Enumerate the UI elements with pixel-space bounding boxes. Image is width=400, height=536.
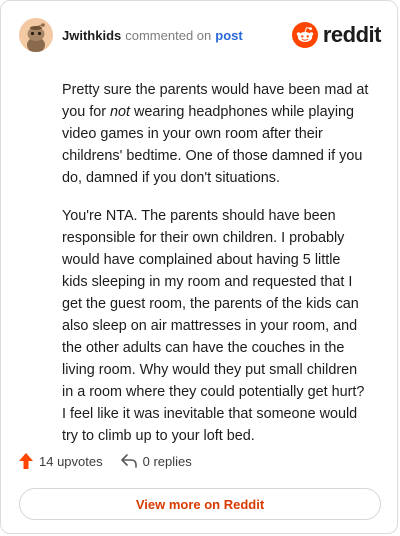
reply-count: 0 replies [142,453,192,469]
paragraph-1-emphasis: not [110,104,131,120]
comment-actions: 14 upvotes 0 replies [19,453,192,469]
view-more-label: View more on Reddit [135,496,265,512]
view-more-button[interactable]: View more on Reddit [19,488,381,520]
comment-header: Jwithkids commented on post reddit [19,17,382,53]
reply-action[interactable]: 0 replies [120,453,192,469]
comment-paragraph-2: You're NTA. The parents should have been… [62,208,365,444]
reply-arrow-icon [120,454,137,468]
reddit-wordmark: reddit [322,22,382,47]
upvote-arrow-icon [19,453,33,469]
upvote-action[interactable]: 14 upvotes [19,453,103,469]
comment-paragraph-1: Pretty sure the parents would have been … [62,79,369,189]
reddit-logo-icon [291,22,318,48]
post-link[interactable]: post [215,28,242,43]
comment-body: Pretty sure the parents would have been … [62,79,369,463]
commented-on-text: commented on [125,27,212,43]
comment-embed-card: Jwithkids commented on post reddit Prett… [0,0,398,534]
snoo-avatar-icon [19,18,53,52]
user-avatar[interactable] [19,18,53,52]
comment-meta: Jwithkids commented on post [62,28,243,43]
reddit-brand[interactable]: reddit [291,22,382,48]
upvote-count: 14 upvotes [39,453,103,469]
username[interactable]: Jwithkids [62,28,121,43]
